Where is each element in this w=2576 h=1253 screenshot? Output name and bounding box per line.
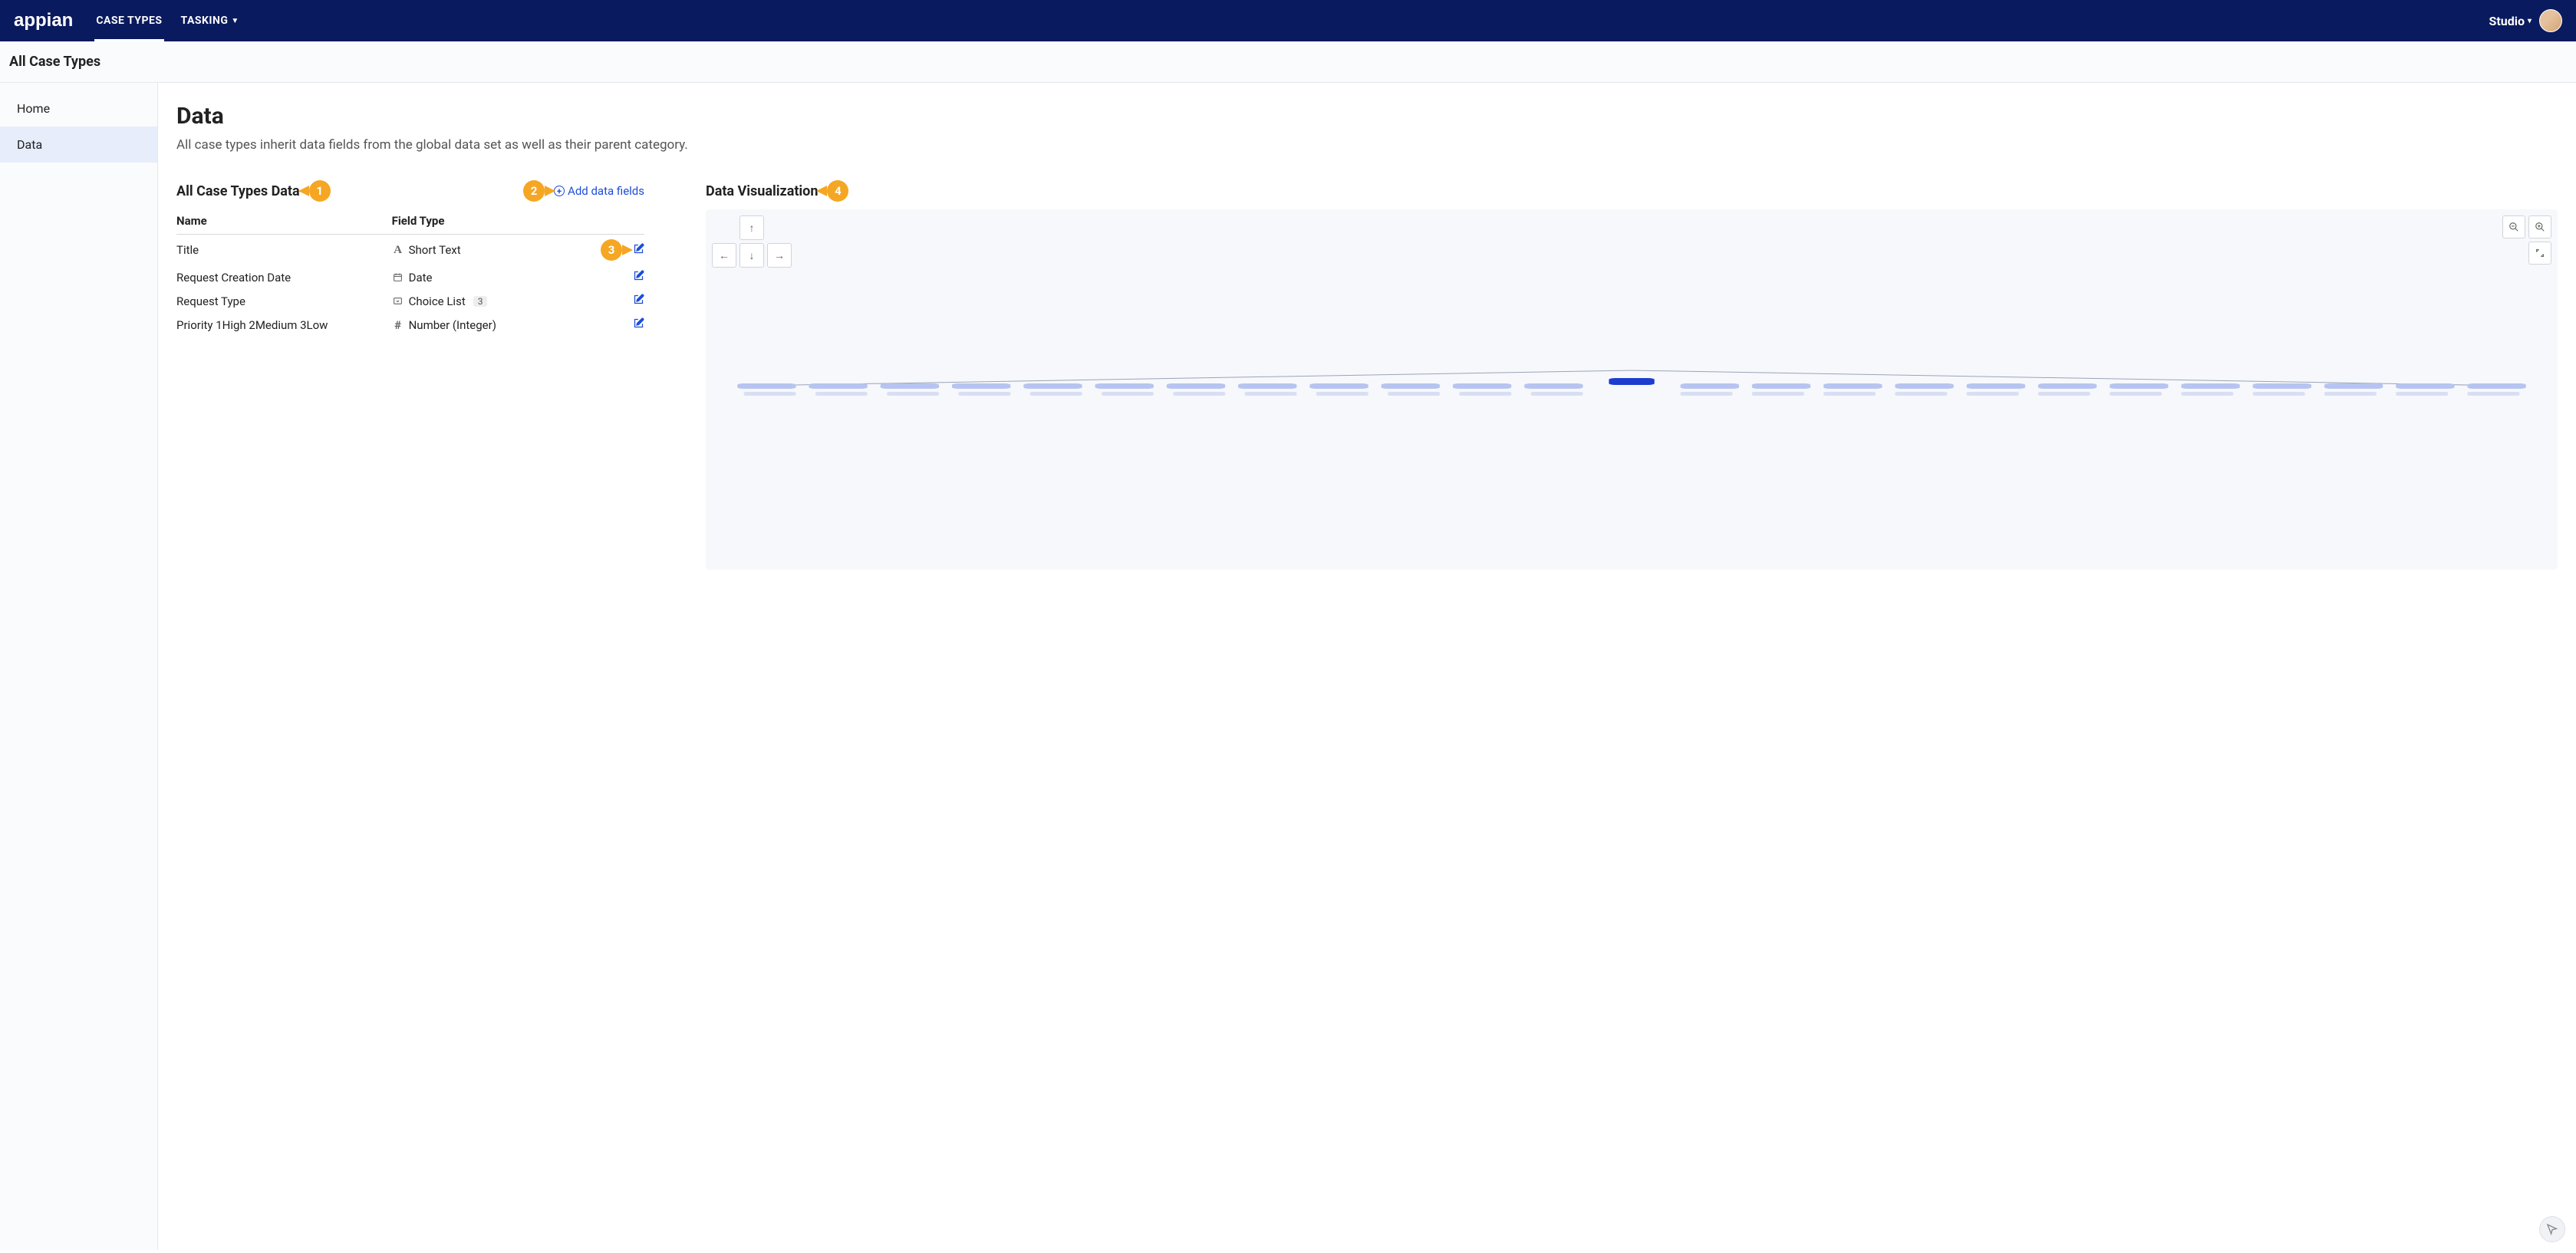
top-bar: appian CASE TYPES TASKING ▼ Studio ▾ — [0, 0, 2576, 41]
field-type-cell: # Number (Integer) — [392, 318, 598, 332]
table-row: Request Type Choice List 3 — [176, 289, 644, 313]
chevron-down-icon: ▼ — [231, 17, 239, 25]
nav-tasking-label: TASKING — [181, 15, 229, 27]
topbar-left: appian CASE TYPES TASKING ▼ — [14, 0, 241, 41]
page-description: All case types inherit data fields from … — [176, 137, 2558, 153]
content-columns: All Case Types Data 1 2 + Add data field… — [176, 180, 2558, 570]
data-section-header: All Case Types Data 1 2 + Add data field… — [176, 180, 644, 202]
col-header-name: Name — [176, 208, 392, 235]
pan-up-button[interactable]: ↑ — [740, 215, 764, 240]
dropdown-icon — [392, 296, 404, 306]
nav-case-types[interactable]: CASE TYPES — [94, 0, 163, 41]
sidebar-item-label: Data — [17, 137, 42, 152]
pan-left-button[interactable]: ← — [712, 243, 736, 268]
top-nav: CASE TYPES TASKING ▼ — [94, 0, 240, 41]
field-type-cell: Date — [392, 271, 598, 284]
field-type-label: Number (Integer) — [409, 318, 496, 332]
edit-icon[interactable] — [633, 271, 644, 284]
choice-count-badge: 3 — [473, 296, 488, 307]
field-type-label: Date — [409, 271, 433, 284]
field-type-label: Choice List — [409, 294, 466, 308]
edit-icon[interactable] — [633, 318, 644, 332]
appian-logo[interactable]: appian — [14, 10, 73, 31]
topbar-right: Studio ▾ — [2489, 9, 2562, 32]
data-fields-table: Name Field Type Title A Short Text — [176, 208, 644, 337]
sub-header: All Case Types — [0, 41, 2576, 83]
field-type-cell: Choice List 3 — [392, 294, 598, 308]
main-layout: Home Data Data All case types inherit da… — [0, 83, 2576, 1250]
studio-label: Studio — [2489, 14, 2525, 28]
plus-circle-icon: + — [554, 186, 565, 196]
table-row: Request Creation Date Date — [176, 265, 644, 289]
studio-dropdown[interactable]: Studio ▾ — [2489, 14, 2532, 28]
data-section-title-wrap: All Case Types Data 1 — [176, 180, 331, 202]
zoom-in-button[interactable] — [2528, 215, 2551, 238]
viz-section-title-wrap: Data Visualization 4 — [706, 180, 2558, 202]
viz-section-title: Data Visualization — [706, 183, 818, 199]
field-type-label: Short Text — [409, 243, 461, 257]
page-title: Data — [176, 103, 2558, 130]
pan-down-button[interactable]: ↓ — [740, 243, 764, 268]
field-name: Priority 1High 2Medium 3Low — [176, 313, 392, 337]
pan-right-button[interactable]: → — [767, 243, 792, 268]
viz-zoom-controls — [2499, 215, 2551, 265]
table-row: Title A Short Text 3 — [176, 235, 644, 266]
nav-tasking[interactable]: TASKING ▼ — [180, 0, 241, 41]
callout-1: 1 — [309, 180, 331, 202]
edit-icon[interactable] — [633, 294, 644, 308]
add-data-fields-label: Add data fields — [568, 184, 644, 198]
edit-icon[interactable] — [633, 243, 644, 258]
callout-4: 4 — [827, 180, 848, 202]
sidebar-item-data[interactable]: Data — [0, 127, 157, 163]
data-section-title: All Case Types Data — [176, 183, 300, 199]
field-type-cell: A Short Text — [392, 243, 598, 257]
callout-3: 3 — [601, 239, 622, 261]
number-icon: # — [392, 318, 404, 332]
sidebar-item-home[interactable]: Home — [0, 90, 157, 127]
short-text-icon: A — [392, 244, 404, 257]
help-fab-button[interactable] — [2539, 1216, 2565, 1242]
visualization-column: Data Visualization 4 ↑ ← ↓ → — [706, 180, 2558, 570]
erd-graph[interactable] — [721, 363, 2542, 412]
table-row: Priority 1High 2Medium 3Low # Number (In… — [176, 313, 644, 337]
sidebar-item-label: Home — [17, 101, 50, 116]
zoom-out-button[interactable] — [2502, 215, 2525, 238]
field-name: Request Type — [176, 289, 392, 313]
main-content: Data All case types inherit data fields … — [158, 83, 2576, 1250]
col-header-field-type: Field Type — [392, 208, 598, 235]
caret-down-icon: ▾ — [2528, 17, 2532, 25]
fit-screen-button[interactable] — [2528, 242, 2551, 265]
calendar-icon — [392, 272, 404, 282]
callout-2: 2 — [523, 180, 545, 202]
nav-case-types-label: CASE TYPES — [96, 15, 162, 27]
user-avatar[interactable] — [2539, 9, 2562, 32]
field-name: Request Creation Date — [176, 265, 392, 289]
add-data-fields-link[interactable]: + Add data fields — [554, 184, 644, 198]
field-name: Title — [176, 235, 392, 266]
left-sidebar: Home Data — [0, 83, 158, 1250]
viz-nav-controls: ↑ ← ↓ → — [712, 215, 792, 268]
visualization-panel: ↑ ← ↓ → — [706, 209, 2558, 570]
subheader-title: All Case Types — [9, 54, 2567, 70]
data-fields-column: All Case Types Data 1 2 + Add data field… — [176, 180, 644, 337]
